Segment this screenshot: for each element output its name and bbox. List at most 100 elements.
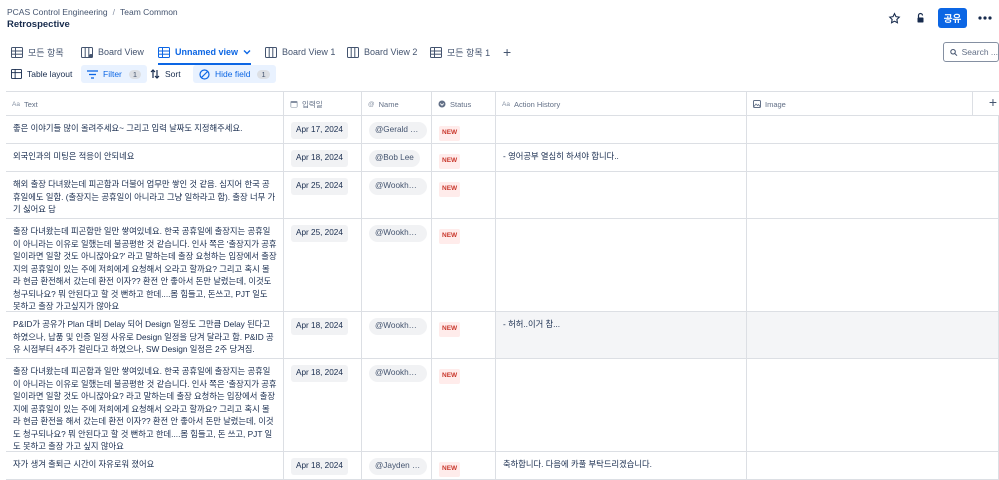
cell-date[interactable]: Apr 18, 2024 xyxy=(284,359,362,451)
cell-text[interactable]: 해외 출장 다녀왔는데 피곤함과 더불어 업무만 쌓인 것 같음. 심지어 한국… xyxy=(6,172,284,218)
filter-label: Filter xyxy=(103,69,122,79)
person-mention-chip[interactable]: @Wookhee ... xyxy=(369,365,427,382)
cell-image[interactable] xyxy=(747,219,999,311)
column-header-image[interactable]: Image xyxy=(747,92,973,116)
board-icon xyxy=(81,46,93,58)
column-header-status[interactable]: Status xyxy=(432,92,496,116)
table-row[interactable]: 좋은 이야기들 많이 올려주세요~ 그리고 입력 날짜도 지정해주세요. Apr … xyxy=(6,116,999,144)
cell-image[interactable] xyxy=(747,312,999,358)
cell-image[interactable] xyxy=(747,359,999,451)
cell-image[interactable] xyxy=(747,144,999,171)
cell-date[interactable]: Apr 17, 2024 xyxy=(284,116,362,143)
cell-date[interactable]: Apr 18, 2024 xyxy=(284,312,362,358)
column-header-name[interactable]: @ Name xyxy=(362,92,432,116)
person-mention-chip[interactable]: @Bob Lee xyxy=(369,150,420,167)
table-layout-label: Table layout xyxy=(27,69,73,79)
cell-status[interactable]: NEW xyxy=(432,116,496,143)
table-row[interactable]: 자가 생겨 출퇴근 시간이 자유로워 졌어요 Apr 18, 2024 @Jayde… xyxy=(6,452,999,480)
cell-name[interactable]: @Bob Lee xyxy=(362,144,432,171)
tab-board-view[interactable]: Board View xyxy=(81,40,144,64)
cell-image[interactable] xyxy=(747,452,999,479)
cell-date[interactable]: Apr 25, 2024 xyxy=(284,172,362,218)
filter-button[interactable]: Filter 1 xyxy=(81,65,148,83)
cell-action[interactable] xyxy=(496,116,747,143)
breadcrumb: PCAS Control Engineering / Team Common xyxy=(7,7,178,17)
table-row[interactable]: 외국인과의 미팅은 적응이 안되네요 Apr 18, 2024 @Bob Lee NE… xyxy=(6,144,999,172)
cell-status[interactable]: NEW xyxy=(432,172,496,218)
lock-icon[interactable] xyxy=(912,10,928,26)
person-mention-chip[interactable]: @Gerald Park xyxy=(369,122,427,139)
sort-button[interactable]: Sort xyxy=(144,65,187,83)
cell-status[interactable]: NEW xyxy=(432,144,496,171)
cell-date[interactable]: Apr 18, 2024 xyxy=(284,452,362,479)
column-label: Status xyxy=(450,99,472,109)
tab-board-view-1[interactable]: Board View 1 xyxy=(265,40,335,64)
search-input[interactable]: Search ... xyxy=(943,42,999,62)
cell-text[interactable]: 외국인과의 미팅은 적응이 안되네요 xyxy=(6,144,284,171)
hide-count-badge: 1 xyxy=(257,69,270,79)
cell-date[interactable]: Apr 18, 2024 xyxy=(284,144,362,171)
cell-text[interactable]: 좋은 이야기들 많이 올려주세요~ 그리고 입력 날짜도 지정해주세요. xyxy=(6,116,284,143)
date-chip: Apr 17, 2024 xyxy=(291,122,348,139)
tab-all-items[interactable]: 모든 항목 xyxy=(11,40,64,64)
status-badge: NEW xyxy=(439,462,461,477)
cell-status[interactable]: NEW xyxy=(432,312,496,358)
tab-label: Board View 2 xyxy=(364,47,418,57)
add-view-icon[interactable]: + xyxy=(503,44,511,60)
cell-name[interactable]: @Wookhee ... xyxy=(362,219,432,311)
tab-board-view-2[interactable]: Board View 2 xyxy=(347,40,417,64)
cell-action[interactable] xyxy=(496,219,747,311)
more-icon[interactable] xyxy=(977,10,993,26)
retro-text: 해외 출장 다녀왔는데 피곤함과 더불어 업무만 쌓인 것 같음. 심지어 한국… xyxy=(13,179,276,214)
table-row[interactable]: 출장 다녀왔는데 피곤함만 일만 쌓여있네요. 한국 공휴일에 출장지는 공휴일… xyxy=(6,219,999,312)
breadcrumb-space[interactable]: PCAS Control Engineering xyxy=(7,7,108,17)
board-icon xyxy=(347,46,359,58)
cell-name[interactable]: @Gerald Park xyxy=(362,116,432,143)
cell-name[interactable]: @Wookhee ... xyxy=(362,312,432,358)
cell-name[interactable]: @Wookhee ... xyxy=(362,359,432,451)
cell-date[interactable]: Apr 25, 2024 xyxy=(284,219,362,311)
cell-text[interactable]: 자가 생겨 출퇴근 시간이 자유로워 졌어요 xyxy=(6,452,284,479)
column-header-text[interactable]: Aa Text xyxy=(6,92,284,116)
search-icon xyxy=(950,48,958,56)
hide-field-button[interactable]: Hide field 1 xyxy=(193,65,276,83)
person-mention-chip[interactable]: @Jayden Kim xyxy=(369,458,427,475)
cell-image[interactable] xyxy=(747,116,999,143)
share-button[interactable]: 공유 xyxy=(938,8,967,28)
date-chip: Apr 18, 2024 xyxy=(291,458,348,475)
table-row[interactable]: 출장 다녀왔는데 피곤함과 일만 쌓여있네요. 한국 공휴일에 출장지는 공휴일… xyxy=(6,359,999,452)
text-type-icon: Aa xyxy=(12,100,20,108)
table-row[interactable]: 해외 출장 다녀왔는데 피곤함과 더불어 업무만 쌓인 것 같음. 심지어 한국… xyxy=(6,172,999,219)
cell-text[interactable]: 출장 다녀왔는데 피곤함만 일만 쌓여있네요. 한국 공휴일에 출장지는 공휴일… xyxy=(6,219,284,311)
cell-action[interactable] xyxy=(496,172,747,218)
chevron-down-icon[interactable] xyxy=(243,49,251,55)
view-toolbar: Table layout Filter 1 Sort Hide field 1 xyxy=(0,65,999,85)
add-column-icon[interactable]: + xyxy=(989,94,997,110)
table-row[interactable]: P&ID가 공유가 Plan 대비 Delay 되어 Design 일정도 그만… xyxy=(6,312,999,359)
cell-action[interactable] xyxy=(496,359,747,451)
person-mention-chip[interactable]: @Wookhee ... xyxy=(369,225,427,242)
person-mention-chip[interactable]: @Wookhee ... xyxy=(369,318,427,335)
tab-all-items-1[interactable]: 모든 항목 1 xyxy=(430,40,490,64)
table-layout-button[interactable]: Table layout xyxy=(5,65,78,83)
tab-label: Board View xyxy=(98,47,144,57)
table-icon xyxy=(430,46,442,58)
cell-text[interactable]: 출장 다녀왔는데 피곤함과 일만 쌓여있네요. 한국 공휴일에 출장지는 공휴일… xyxy=(6,359,284,451)
cell-status[interactable]: NEW xyxy=(432,219,496,311)
column-header-date[interactable]: 입력일 xyxy=(284,92,362,116)
person-mention-chip[interactable]: @Wookhee ... xyxy=(369,178,427,195)
star-icon[interactable] xyxy=(886,10,902,26)
breadcrumb-page[interactable]: Team Common xyxy=(120,7,178,17)
cell-status[interactable]: NEW xyxy=(432,452,496,479)
column-header-action-history[interactable]: Aa Action History xyxy=(496,92,747,116)
tab-unnamed-view[interactable]: Unnamed view xyxy=(158,40,252,65)
cell-name[interactable]: @Wookhee ... xyxy=(362,172,432,218)
cell-text[interactable]: P&ID가 공유가 Plan 대비 Delay 되어 Design 일정도 그만… xyxy=(6,312,284,358)
cell-action[interactable]: 축하합니다. 다음에 카풀 부탁드리겠습니다. xyxy=(496,452,747,479)
cell-image[interactable] xyxy=(747,172,999,218)
cell-action[interactable]: - 허허..이거 참... xyxy=(496,312,747,358)
cell-name[interactable]: @Jayden Kim xyxy=(362,452,432,479)
cell-status[interactable]: NEW xyxy=(432,359,496,451)
status-badge: NEW xyxy=(439,229,461,244)
cell-action[interactable]: - 영어공부 열심히 하셔야 합니다.. xyxy=(496,144,747,171)
